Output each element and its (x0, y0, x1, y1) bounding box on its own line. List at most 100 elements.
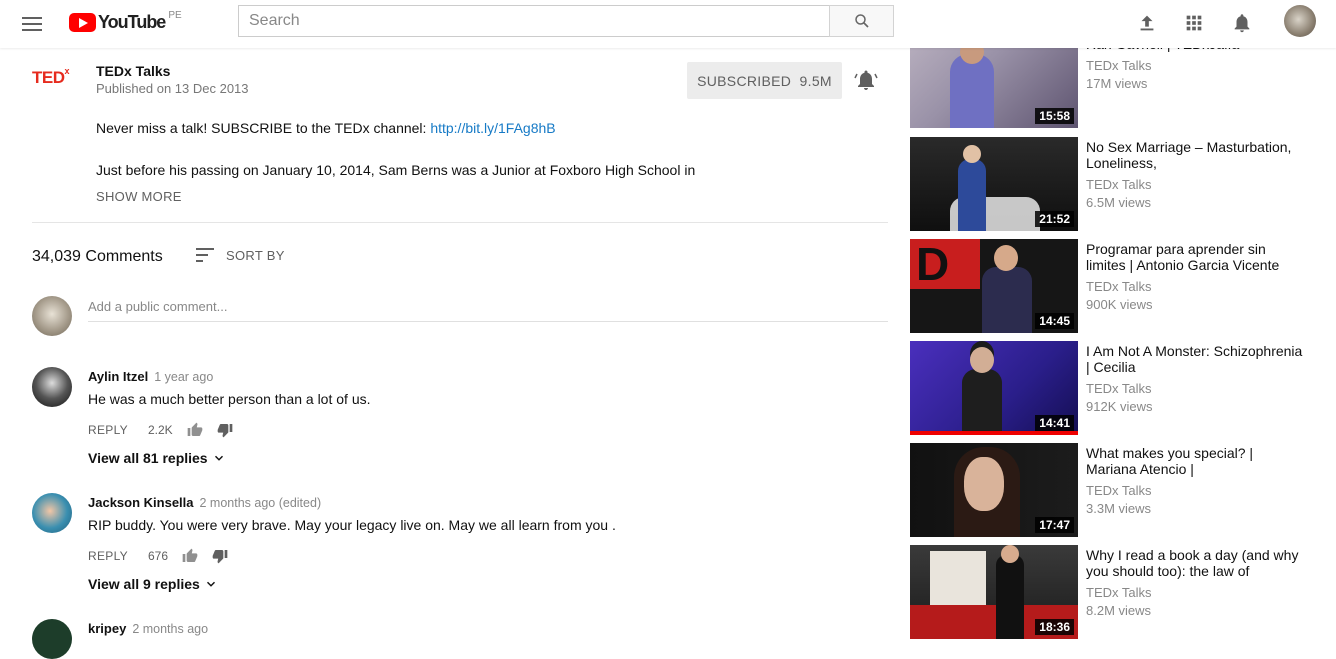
video-duration: 18:36 (1035, 619, 1074, 635)
sort-icon (196, 248, 214, 262)
description-line-2: Just before his passing on January 10, 2… (96, 162, 696, 178)
video-channel[interactable]: TEDx Talks (1086, 177, 1152, 192)
like-count: 2.2K (147, 423, 173, 437)
video-title[interactable]: Programar para aprender sin limites | An… (1086, 241, 1306, 273)
video-thumbnail[interactable]: 17:47 (910, 443, 1078, 537)
thumbs-up-icon[interactable] (187, 422, 203, 438)
add-comment-input[interactable]: Add a public comment... (88, 299, 888, 322)
thumbs-up-icon[interactable] (182, 548, 198, 564)
video-channel[interactable]: TEDx Talks (1086, 58, 1152, 73)
channel-logo-text: TED (32, 68, 65, 87)
channel-logo-sup: x (64, 66, 70, 77)
comment-author[interactable]: Aylin Itzel 1 year ago (88, 369, 213, 384)
search-button[interactable] (829, 5, 894, 37)
search-icon (855, 14, 869, 28)
subscriber-count: 9.5M (799, 72, 832, 89)
like-count: 676 (147, 549, 168, 563)
reply-button[interactable]: REPLY (88, 549, 128, 563)
video-channel[interactable]: TEDx Talks (1086, 381, 1152, 396)
video-views: 3.3M views (1086, 501, 1152, 516)
comment-text: He was a much better person than a lot o… (88, 391, 371, 407)
thumbs-down-icon[interactable] (212, 548, 228, 564)
notifications-bell-icon[interactable] (1231, 12, 1253, 34)
video-channel[interactable]: TEDx Talks (1086, 483, 1152, 498)
comment-actions: REPLY 2.2K (88, 422, 247, 438)
chevron-down-icon (206, 581, 215, 587)
apps-icon[interactable] (1183, 12, 1205, 34)
comment-time[interactable]: 1 year ago (154, 370, 213, 384)
channel-logo[interactable]: TEDx (32, 66, 70, 88)
youtube-logo[interactable]: YouTube PE (69, 9, 182, 33)
view-replies-label: View all 9 replies (88, 576, 200, 592)
comment-author-name: Jackson Kinsella (88, 495, 194, 510)
comment-author-name: Aylin Itzel (88, 369, 149, 384)
comments-count: 34,039 Comments (32, 248, 163, 265)
logo-text: YouTube (98, 11, 166, 32)
account-avatar[interactable] (1284, 5, 1316, 37)
reply-button[interactable]: REPLY (88, 423, 128, 437)
upload-icon[interactable] (1136, 12, 1158, 34)
sort-by-label: SORT BY (226, 247, 285, 263)
comment-avatar[interactable] (32, 493, 72, 533)
menu-icon[interactable] (22, 13, 42, 35)
video-duration: 14:41 (1035, 415, 1074, 431)
channel-bell-icon[interactable] (854, 68, 878, 92)
view-replies-label: View all 81 replies (88, 450, 208, 466)
video-duration: 15:58 (1035, 108, 1074, 124)
recommended-video[interactable]: 21:52 No Sex Marriage – Masturbation, Lo… (910, 137, 1336, 231)
comment-text: RIP buddy. You were very brave. May your… (88, 517, 616, 533)
recommended-video[interactable]: D 14:45 Programar para aprender sin limi… (910, 239, 1336, 333)
top-bar: YouTube PE (0, 0, 1336, 48)
comment-avatar[interactable] (32, 619, 72, 659)
recommended-video[interactable]: 17:47 What makes you special? | Mariana … (910, 443, 1336, 537)
thumbs-down-icon[interactable] (217, 422, 233, 438)
channel-name[interactable]: TEDx Talks (96, 63, 170, 79)
video-title[interactable]: Why I read a book a day (and why you sho… (1086, 547, 1306, 579)
description-line-1: Never miss a talk! SUBSCRIBE to the TEDx… (96, 120, 556, 136)
video-views: 17M views (1086, 76, 1148, 91)
video-channel[interactable]: TEDx Talks (1086, 585, 1152, 600)
video-title[interactable]: What makes you special? | Mariana Atenci… (1086, 445, 1306, 477)
my-avatar (32, 296, 72, 336)
video-duration: 14:45 (1035, 313, 1074, 329)
published-date: Published on 13 Dec 2013 (96, 81, 249, 96)
comment-author-name: kripey (88, 621, 127, 636)
description-text: Never miss a talk! SUBSCRIBE to the TEDx… (96, 120, 431, 136)
comment-author[interactable]: Jackson Kinsella 2 months ago (edited) (88, 495, 321, 510)
recommended-video[interactable]: 14:41 I Am Not A Monster: Schizophrenia … (910, 341, 1336, 435)
chevron-down-icon (214, 455, 223, 461)
video-title[interactable]: I Am Not A Monster: Schizophrenia | Ceci… (1086, 343, 1306, 375)
recommended-video[interactable]: 15:58 Ran Gavrieli | TEDxJaffa TEDx Talk… (910, 34, 1336, 128)
video-channel[interactable]: TEDx Talks (1086, 279, 1152, 294)
subscribe-label: SUBSCRIBED (697, 72, 792, 89)
youtube-play-icon (69, 12, 96, 32)
subscribed-button[interactable]: SUBSCRIBED 9.5M (687, 62, 842, 99)
search-box (238, 5, 830, 37)
recommended-video[interactable]: 18:36 Why I read a book a day (and why y… (910, 545, 1336, 639)
comment-author[interactable]: kripey 2 months ago (88, 621, 208, 636)
video-views: 900K views (1086, 297, 1153, 312)
video-duration: 21:52 (1035, 211, 1074, 227)
video-title[interactable]: No Sex Marriage – Masturbation, Loneline… (1086, 139, 1306, 171)
video-thumbnail[interactable]: D 14:45 (910, 239, 1078, 333)
video-thumbnail[interactable]: 18:36 (910, 545, 1078, 639)
search-input[interactable] (239, 6, 830, 36)
video-views: 6.5M views (1086, 195, 1152, 210)
view-replies-button[interactable]: View all 9 replies (88, 576, 218, 592)
comment-avatar[interactable] (32, 367, 72, 407)
description-link[interactable]: http://bit.ly/1FAg8hB (430, 120, 555, 136)
video-thumbnail[interactable]: 14:41 (910, 341, 1078, 435)
sort-by-button[interactable]: SORT BY (196, 247, 285, 263)
show-more-button[interactable]: SHOW MORE (96, 189, 182, 204)
comment-time[interactable]: 2 months ago (edited) (200, 496, 322, 510)
divider (32, 222, 888, 223)
view-replies-button[interactable]: View all 81 replies (88, 450, 226, 466)
video-views: 912K views (1086, 399, 1153, 414)
video-duration: 17:47 (1035, 517, 1074, 533)
comment-time[interactable]: 2 months ago (132, 622, 208, 636)
country-code: PE (168, 9, 182, 21)
video-views: 8.2M views (1086, 603, 1152, 618)
comment-actions: REPLY 676 (88, 548, 242, 564)
video-thumbnail[interactable]: 15:58 (910, 34, 1078, 128)
video-thumbnail[interactable]: 21:52 (910, 137, 1078, 231)
